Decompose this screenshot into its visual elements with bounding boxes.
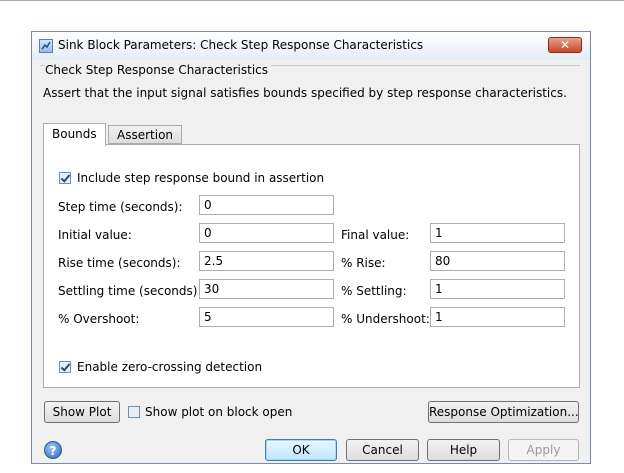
zero-crossing-label: Enable zero-crossing detection [77, 360, 263, 374]
include-bound-label: Include step response bound in assertion [77, 171, 325, 185]
initial-value-field[interactable] [199, 223, 334, 243]
tab-bounds[interactable]: Bounds [43, 123, 106, 146]
show-plot-on-open-label: Show plot on block open [145, 405, 293, 419]
percent-rise-label: % Rise: [341, 256, 386, 270]
percent-settling-field[interactable] [430, 279, 565, 299]
zero-crossing-checkbox[interactable] [59, 361, 71, 373]
ok-button[interactable]: OK [265, 439, 337, 461]
block-description: Assert that the input signal satisfies b… [43, 86, 567, 100]
top-divider-line [0, 0, 624, 1]
close-icon: ✕ [559, 38, 571, 52]
block-name-heading: Check Step Response Characteristics [45, 63, 272, 77]
response-optimization-button[interactable]: Response Optimization... [428, 401, 579, 423]
rise-time-label: Rise time (seconds): [58, 256, 181, 270]
rise-time-field[interactable] [199, 251, 334, 271]
tab-assertion[interactable]: Assertion [108, 125, 183, 144]
help-icon[interactable]: ? [44, 441, 62, 459]
title-bar[interactable]: Sink Block Parameters: Check Step Respon… [32, 32, 590, 60]
apply-button: Apply [508, 439, 579, 461]
undershoot-label: % Undershoot: [341, 312, 430, 326]
overshoot-label: % Overshoot: [58, 312, 140, 326]
step-time-field[interactable] [199, 195, 334, 215]
settling-time-label: Settling time (seconds): [58, 284, 202, 298]
show-plot-on-open-checkbox[interactable] [128, 406, 140, 418]
percent-rise-field[interactable] [430, 251, 565, 271]
close-button[interactable]: ✕ [548, 37, 582, 53]
step-time-label: Step time (seconds): [58, 200, 183, 214]
overshoot-field[interactable] [199, 307, 334, 327]
cancel-button[interactable]: Cancel [346, 439, 419, 461]
undershoot-field[interactable] [430, 307, 565, 327]
window-title: Sink Block Parameters: Check Step Respon… [58, 38, 424, 52]
simulink-app-icon [39, 39, 53, 53]
include-bound-checkbox[interactable] [59, 172, 71, 184]
block-parameters-dialog: Sink Block Parameters: Check Step Respon… [31, 31, 591, 464]
settling-time-field[interactable] [199, 279, 334, 299]
help-button[interactable]: Help [427, 439, 500, 461]
final-value-label: Final value: [341, 228, 410, 242]
percent-settling-label: % Settling: [341, 284, 407, 298]
final-value-field[interactable] [430, 223, 565, 243]
initial-value-label: Initial value: [58, 228, 132, 242]
show-plot-button[interactable]: Show Plot [44, 401, 120, 423]
